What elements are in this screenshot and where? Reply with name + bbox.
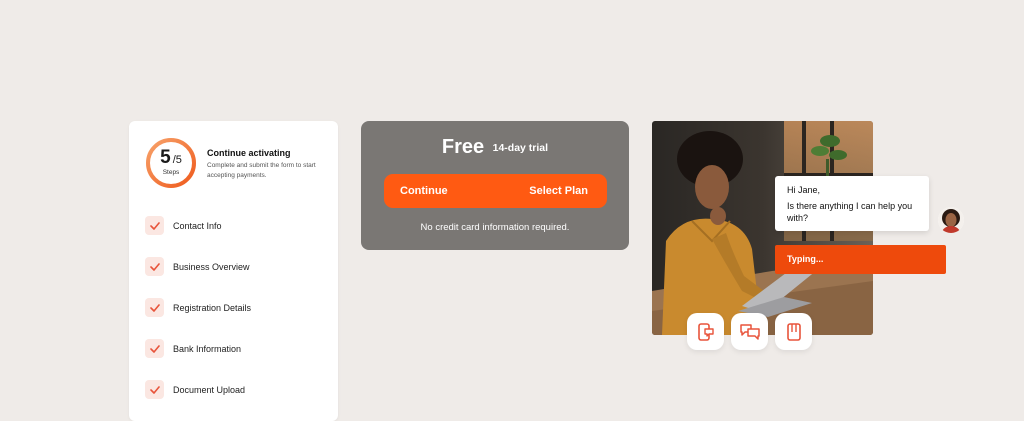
- chat-bubble: Hi Jane, Is there anything I can help yo…: [775, 176, 929, 231]
- activation-title: Continue activating: [207, 148, 291, 158]
- plan-trial: 14-day trial: [492, 141, 549, 154]
- agent-avatar: [938, 207, 964, 233]
- avatar-image: [938, 207, 964, 233]
- step-label: Document Upload: [173, 385, 246, 395]
- chat-greeting: Hi Jane,: [787, 185, 821, 195]
- check-icon: [145, 298, 164, 317]
- progress-count: 5/5: [145, 147, 197, 169]
- continue-label: Continue: [400, 185, 448, 197]
- check-icon: [145, 216, 164, 235]
- steps-caption: Steps: [162, 169, 180, 176]
- knowledge-base-button[interactable]: [775, 313, 812, 350]
- step-label: Bank Information: [173, 344, 242, 354]
- select-plan-button[interactable]: Continue Select Plan: [384, 174, 607, 208]
- document-icon: [786, 322, 801, 341]
- plan-card: Free 14-day trial Continue Select Plan N…: [361, 121, 629, 250]
- plan-heading: Free 14-day trial: [361, 136, 629, 159]
- step-label: Registration Details: [173, 303, 252, 313]
- check-icon: [145, 257, 164, 276]
- step-label: Business Overview: [173, 262, 250, 272]
- chat-message: Is there anything I can help you with?: [787, 201, 913, 223]
- check-icon: [145, 339, 164, 358]
- progress-ring: 5/5 Steps: [145, 137, 197, 189]
- typing-label: Typing...: [787, 254, 824, 264]
- check-icon: [145, 380, 164, 399]
- total-steps: /5: [172, 154, 182, 166]
- plan-name: Free: [441, 136, 485, 158]
- plan-note: No credit card information required.: [420, 222, 570, 233]
- chat-bubbles-icon: [739, 323, 760, 340]
- mobile-chat-icon: [697, 322, 714, 341]
- chat-button[interactable]: [731, 313, 768, 350]
- typing-indicator: Typing...: [775, 245, 946, 274]
- activation-description: Complete and submit the form to start ac…: [207, 162, 316, 179]
- select-plan-label: Select Plan: [529, 185, 588, 197]
- step-label: Contact Info: [173, 221, 222, 231]
- activation-card: 5/5 Steps Continue activating Complete a…: [129, 121, 338, 421]
- current-step: 5: [160, 147, 171, 168]
- mobile-chat-button[interactable]: [687, 313, 724, 350]
